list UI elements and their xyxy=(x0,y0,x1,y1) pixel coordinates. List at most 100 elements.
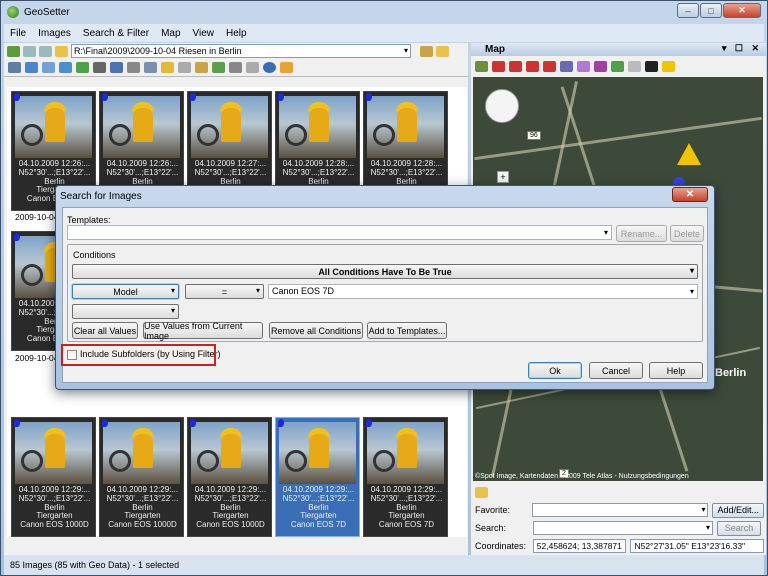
forward-icon[interactable] xyxy=(23,45,36,57)
coordinates-decimal-field[interactable]: 52,458624; 13,387871 xyxy=(532,539,627,553)
thumbnail-meta: 04.10.2009 12:29:... N52°30'...;E13°22'..… xyxy=(188,485,273,530)
image-thumbnail[interactable]: 04.10.2009 12:29:... N52°30'...;E13°22'..… xyxy=(275,417,360,537)
map-forward-icon[interactable] xyxy=(628,60,641,72)
clear-all-values-button[interactable]: Clear all Values xyxy=(72,322,138,339)
marker-icon[interactable] xyxy=(492,60,505,72)
pencil-icon[interactable] xyxy=(475,486,488,498)
image-thumbnail[interactable]: 04.10.2009 12:29:... N52°30'...;E13°22'..… xyxy=(363,417,448,537)
marker-multi-icon[interactable] xyxy=(526,60,539,72)
folder-icon[interactable] xyxy=(55,45,68,57)
favorite-select[interactable] xyxy=(531,503,709,517)
edit-data-icon[interactable] xyxy=(195,62,208,73)
info-icon[interactable] xyxy=(280,62,293,73)
sort-icon[interactable] xyxy=(93,62,106,73)
menu-map[interactable]: Map xyxy=(155,28,186,39)
remove-all-conditions-button[interactable]: Remove all Conditions xyxy=(269,322,363,339)
copy-icon[interactable] xyxy=(144,62,157,73)
new-condition-select[interactable] xyxy=(72,304,179,319)
minimize-button[interactable]: – xyxy=(677,3,699,18)
save-icon[interactable] xyxy=(212,62,225,73)
thumbnail-photo xyxy=(191,96,268,158)
folder-menu-icon[interactable] xyxy=(436,45,449,57)
thumbnail-photo xyxy=(103,96,180,158)
undo-icon[interactable] xyxy=(229,62,242,73)
paste-icon[interactable] xyxy=(161,62,174,73)
thumb-camera: Canon EOS 1000D xyxy=(108,520,177,530)
set-marker-icon[interactable] xyxy=(509,60,522,72)
redo-icon[interactable] xyxy=(246,62,259,73)
conditions-group: Conditions All Conditions Have To Be Tru… xyxy=(67,244,703,342)
thumb-camera: Canon EOS 7D xyxy=(378,520,435,530)
favorite-label: Favorite: xyxy=(475,505,511,515)
add-to-templates-button[interactable]: Add to Templates... xyxy=(367,322,447,339)
coordinates-dms-field[interactable]: N52°27'31.05" E13°23'16.33" xyxy=(630,539,764,553)
condition-mode-select[interactable]: All Conditions Have To Be True xyxy=(72,264,698,279)
view-icon[interactable] xyxy=(8,62,21,73)
globe-icon[interactable] xyxy=(263,62,276,73)
help-button[interactable]: Help xyxy=(649,362,703,379)
geo-pin-icon xyxy=(278,93,284,101)
dialog-close-button[interactable]: ✕ xyxy=(672,187,708,202)
search-input[interactable] xyxy=(533,521,713,535)
menu-view[interactable]: View xyxy=(187,28,221,39)
import-icon[interactable] xyxy=(25,62,38,73)
route-icon[interactable] xyxy=(577,60,590,72)
map-type-icon[interactable] xyxy=(475,60,488,72)
favorite-star-icon-marker[interactable] xyxy=(677,143,701,165)
thumbnail-photo xyxy=(15,96,92,158)
thumbnail-photo xyxy=(367,96,444,158)
marker-remove-icon[interactable] xyxy=(543,60,556,72)
condition-value-input[interactable]: Canon EOS 7D xyxy=(268,284,698,299)
cancel-button[interactable]: Cancel xyxy=(589,362,643,379)
templates-select[interactable] xyxy=(67,225,612,240)
search-button[interactable]: Search xyxy=(717,520,761,536)
location-panel: Favorite: Add/Edit... Search: Search Coo… xyxy=(473,483,764,555)
maximize-button[interactable]: □ xyxy=(700,3,722,18)
condition-field-select[interactable]: Model xyxy=(72,284,179,299)
select-icon[interactable] xyxy=(127,62,140,73)
crosshair-icon[interactable] xyxy=(645,60,658,72)
refresh-icon[interactable] xyxy=(76,62,89,73)
menu-file[interactable]: File xyxy=(4,28,32,39)
track-icon[interactable] xyxy=(560,60,573,72)
ok-button[interactable]: Ok xyxy=(528,362,582,379)
zoom-in-button[interactable]: + xyxy=(497,171,509,183)
export-icon[interactable] xyxy=(42,62,55,73)
annotation-highlight xyxy=(61,344,216,366)
thumbnail-photo xyxy=(15,422,92,484)
thumbnail-photo xyxy=(191,422,268,484)
favorite-star-icon[interactable] xyxy=(662,60,675,72)
clipboard-icon[interactable] xyxy=(178,62,191,73)
favorite-add-edit-button[interactable]: Add/Edit... xyxy=(712,502,764,518)
templates-label: Templates: xyxy=(67,215,111,225)
thumbnail-photo xyxy=(103,422,180,484)
thumbnail-photo xyxy=(367,422,444,484)
close-button[interactable]: ✕ xyxy=(723,3,761,18)
image-thumbnail[interactable]: 04.10.2009 12:29:... N52°30'...;E13°22'..… xyxy=(11,417,96,537)
filter-icon[interactable] xyxy=(110,62,123,73)
thumb-camera: Canon EOS 7D xyxy=(290,520,347,530)
map-panel-controls[interactable]: ▾ ☐ ✕ xyxy=(722,43,762,54)
image-thumbnail[interactable]: 04.10.2009 12:29:... N52°30'...;E13°22'..… xyxy=(99,417,184,537)
menu-search-filter[interactable]: Search & Filter xyxy=(77,28,155,39)
back-icon[interactable] xyxy=(7,45,20,57)
geo-pin-icon xyxy=(14,419,20,427)
up-icon[interactable] xyxy=(39,45,52,57)
rename-button[interactable]: Rename... xyxy=(616,225,667,242)
conditions-label: Conditions xyxy=(73,250,116,260)
area-icon[interactable] xyxy=(594,60,607,72)
sync-icon[interactable] xyxy=(59,62,72,73)
thumb-camera: Canon EOS 1000D xyxy=(196,520,265,530)
search-images-dialog: Search for Images ✕ Templates: Rename...… xyxy=(55,185,715,390)
browse-icon[interactable] xyxy=(420,45,433,57)
condition-operator-select[interactable]: = xyxy=(185,284,264,299)
map-back-icon[interactable] xyxy=(611,60,624,72)
use-current-image-values-button[interactable]: Use Values from Current Image xyxy=(143,321,263,341)
pan-control[interactable] xyxy=(485,89,519,123)
thumbnail-meta: 04.10.2009 12:29:... N52°30'...;E13°22'..… xyxy=(12,485,97,530)
image-thumbnail[interactable]: 04.10.2009 12:29:... N52°30'...;E13°22'..… xyxy=(187,417,272,537)
folder-path-input[interactable]: R:\Final\2009\2009-10-04 Riesen in Berli… xyxy=(71,44,411,58)
menu-images[interactable]: Images xyxy=(32,28,77,39)
delete-button[interactable]: Delete xyxy=(670,225,704,242)
menu-help[interactable]: Help xyxy=(220,28,253,39)
